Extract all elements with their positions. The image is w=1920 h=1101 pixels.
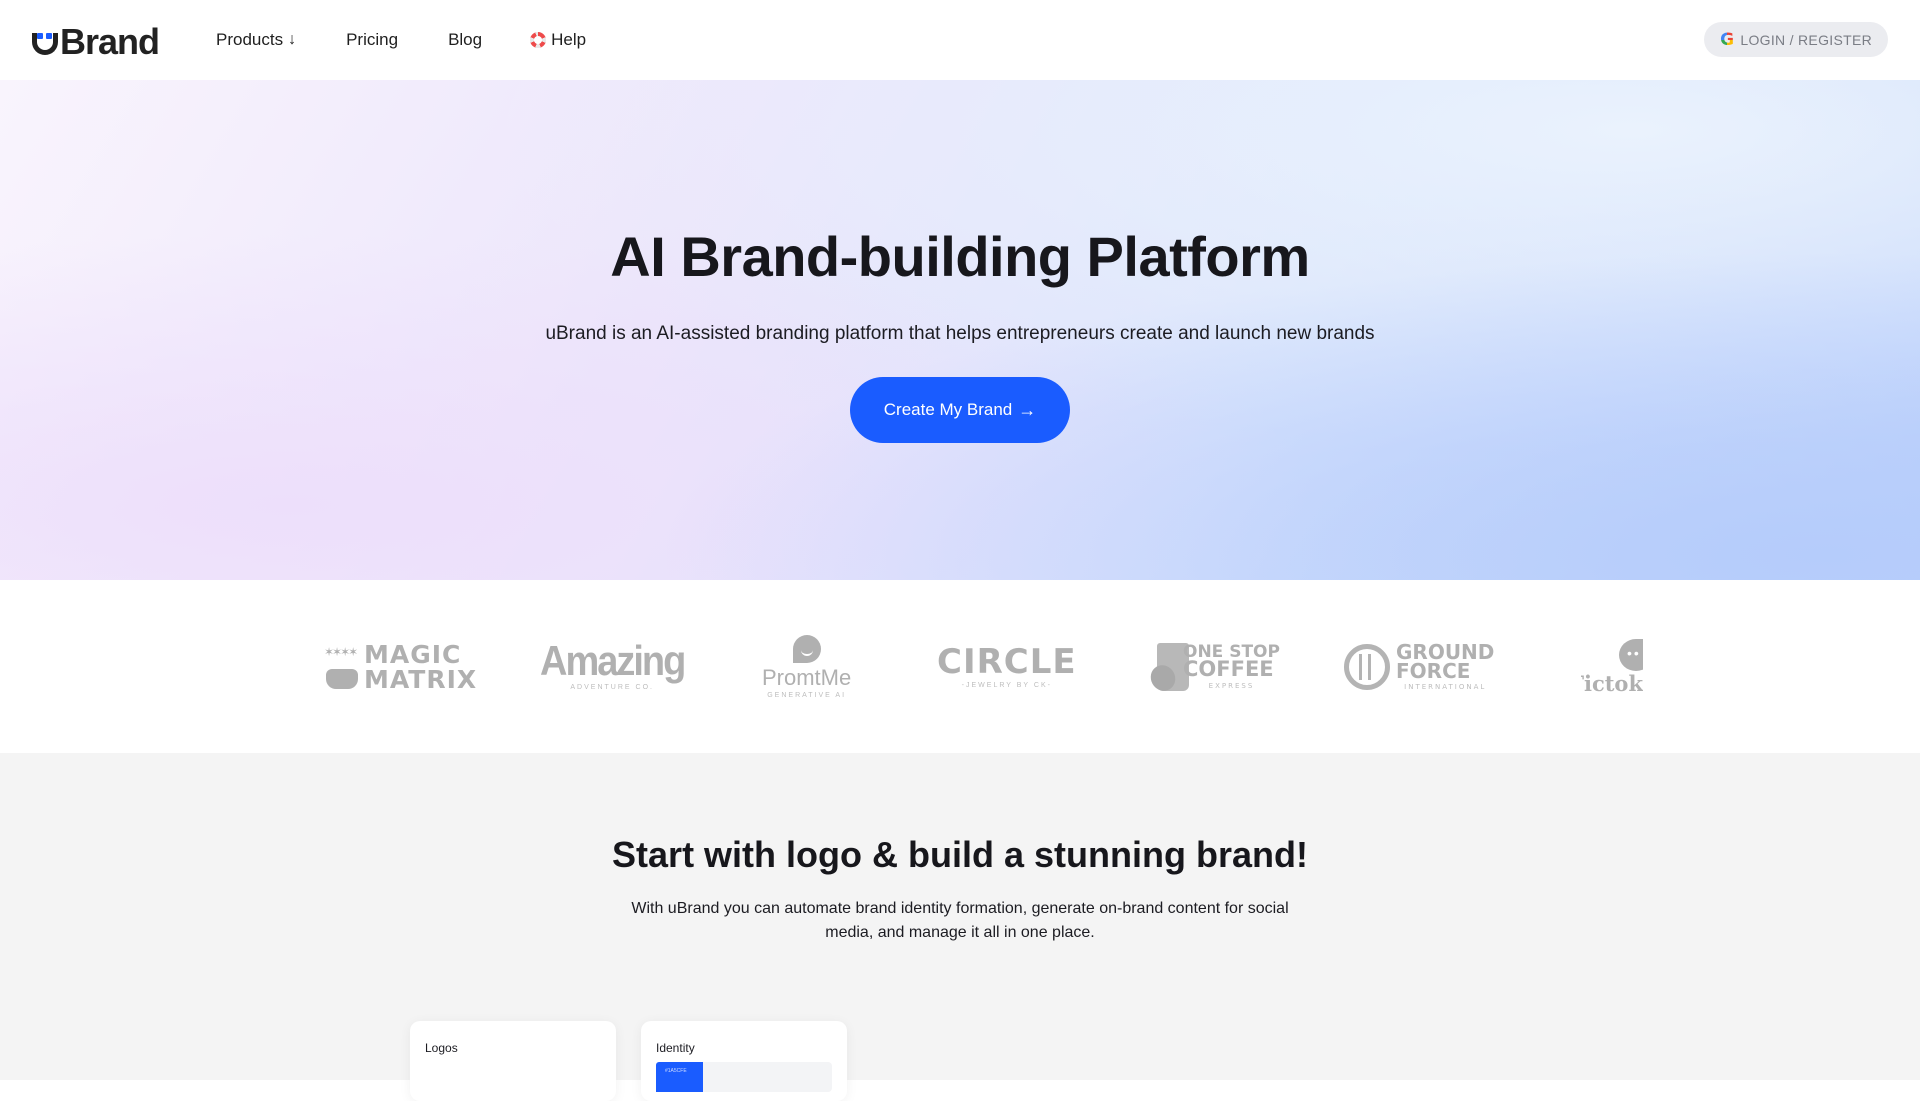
- logo-one-stop-coffee: ONE STOP COFFEE EXPRESS: [1146, 580, 1280, 753]
- nav-products-label: Products: [216, 30, 284, 49]
- hero-subtitle: uBrand is an AI-assisted branding platfo…: [545, 323, 1375, 344]
- feature-card-logos[interactable]: Logos: [410, 1021, 616, 1101]
- ubrand-u-mark-icon: [32, 30, 58, 55]
- nav-products[interactable]: Products ↓: [216, 30, 296, 50]
- chat-bubble-icon: [792, 634, 821, 663]
- card-title: Logos: [425, 1041, 458, 1055]
- logo-tictok: Tictok: [1581, 580, 1643, 753]
- card-title: Identity: [656, 1041, 695, 1055]
- features-subtitle: With uBrand you can automate brand ident…: [631, 900, 1289, 941]
- logo-circle: CIRCLE -JEWELRY BY CK-: [937, 580, 1077, 753]
- logo-circle-name: CIRCLE: [937, 641, 1077, 682]
- lifebuoy-icon: [530, 32, 547, 48]
- arrow-right-icon: →: [1018, 399, 1037, 420]
- logo-ground-tagline: INTERNATIONAL: [1404, 682, 1487, 691]
- logo-promtme-name: PromtMe: [762, 664, 852, 690]
- magic-hat-icon: ✶✶✶✶: [324, 645, 358, 689]
- swatch-hex-label: #1A5CFE: [665, 1068, 687, 1074]
- create-my-brand-label: Create My Brand: [883, 400, 1013, 419]
- logo-coffee-tagline: EXPRESS: [1208, 681, 1255, 690]
- nav-pricing-label: Pricing: [346, 30, 399, 49]
- nav-pricing[interactable]: Pricing: [346, 30, 398, 50]
- color-swatch: #1A5CFE: [656, 1062, 703, 1092]
- arrow-down-icon: ↓: [288, 31, 297, 48]
- google-icon: G: [1720, 29, 1735, 50]
- site-header: Brand Products ↓ Pricing Blog Help G LOG…: [0, 0, 1920, 80]
- color-palette-row: #1A5CFE: [656, 1062, 832, 1092]
- nav-blog[interactable]: Blog: [448, 30, 482, 50]
- logo-ground-force: GROUND FORCE INTERNATIONAL: [1344, 580, 1494, 753]
- logo-promtme: PromtMe GENERATIVE AI: [762, 580, 851, 753]
- logo-ground-line2: FORCE: [1396, 658, 1471, 683]
- feature-card-identity[interactable]: Identity #1A5CFE: [641, 1021, 847, 1101]
- main-nav: Products ↓ Pricing Blog Help: [216, 0, 586, 80]
- features-section: Start with logo & build a stunning brand…: [0, 753, 1920, 1101]
- nav-help-label: Help: [551, 30, 587, 49]
- login-register-button[interactable]: G LOGIN / REGISTER: [1704, 22, 1888, 57]
- nav-help[interactable]: Help: [530, 30, 586, 50]
- login-register-label: LOGIN / REGISTER: [1740, 31, 1872, 48]
- hero-section: AI Brand-building Platform uBrand is an …: [0, 80, 1920, 580]
- logo-magic-line2: MATRIX: [364, 664, 478, 694]
- logo-promtme-tagline: GENERATIVE AI: [767, 691, 847, 699]
- create-my-brand-button[interactable]: Create My Brand →: [850, 377, 1070, 443]
- logo-amazing-name: Amazing: [540, 638, 686, 685]
- hero-title: AI Brand-building Platform: [610, 225, 1310, 288]
- client-logos-strip: ✶✶✶✶ MAGIC MATRIX Amazing ADVENTURE CO. …: [0, 580, 1920, 753]
- logo-circle-tagline: -JEWELRY BY CK-: [961, 681, 1052, 689]
- logo-tictok-name: Tictok: [1581, 671, 1643, 696]
- brand-wordmark: Brand: [60, 21, 160, 62]
- logo-magic-matrix: ✶✶✶✶ MAGIC MATRIX: [324, 580, 477, 753]
- ground-force-emblem-icon: [1344, 643, 1390, 690]
- brand-logo[interactable]: Brand: [32, 20, 160, 62]
- nav-blog-label: Blog: [448, 30, 483, 49]
- logo-amazing: Amazing ADVENTURE CO.: [540, 580, 686, 753]
- logo-coffee-line2: COFFEE: [1183, 656, 1274, 681]
- speech-bubble-icon: [1619, 639, 1643, 671]
- features-title: Start with logo & build a stunning brand…: [612, 834, 1308, 875]
